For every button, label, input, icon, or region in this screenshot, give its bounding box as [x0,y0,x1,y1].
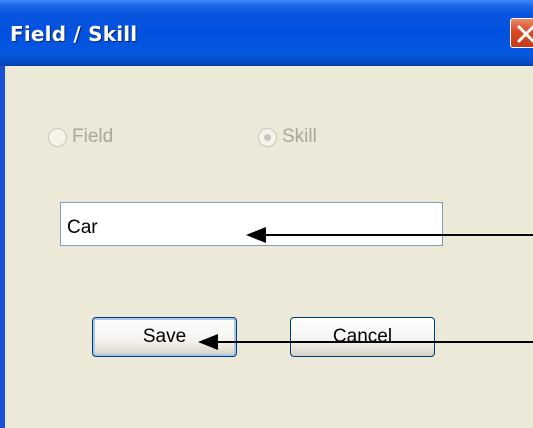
close-button[interactable] [510,18,533,48]
skill-radio-selected-dot [264,133,271,141]
close-icon [517,25,533,43]
skill-radio[interactable]: Skill [258,126,317,148]
window-title: Field / Skill [10,22,138,46]
window-left-border [0,66,5,428]
field-radio-circle[interactable] [48,127,67,147]
name-input[interactable] [60,202,443,246]
save-button[interactable]: Save [92,317,237,357]
field-radio[interactable]: Field [48,126,113,148]
skill-radio-label: Skill [282,126,317,147]
cancel-button[interactable]: Cancel [290,317,435,357]
dialog-window: Field / Skill Field Skill Save Cancel [0,0,533,428]
field-radio-label: Field [72,126,114,147]
dialog-client-area [0,66,533,428]
skill-radio-circle[interactable] [258,127,277,147]
title-bar[interactable]: Field / Skill [0,0,533,66]
